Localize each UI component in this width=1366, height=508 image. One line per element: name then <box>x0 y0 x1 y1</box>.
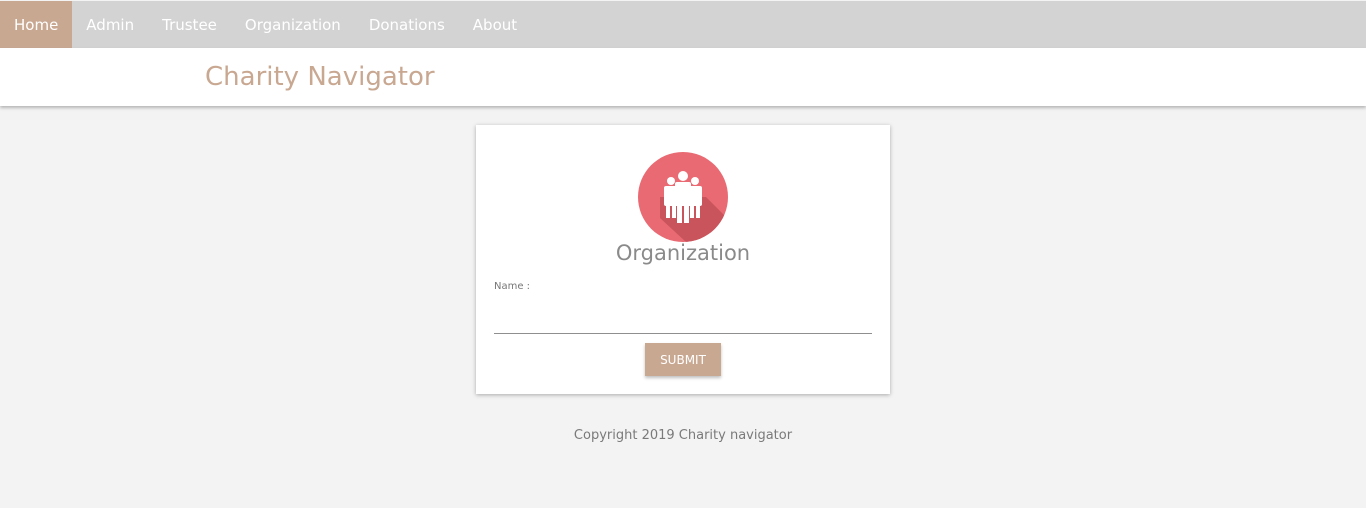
group-people-icon <box>638 152 728 242</box>
site-title: Charity Navigator <box>205 62 435 92</box>
nav-item-admin[interactable]: Admin <box>72 1 148 48</box>
nav-item-home[interactable]: Home <box>0 1 73 48</box>
header-bar: Charity Navigator <box>0 48 1366 106</box>
nav-item-donations[interactable]: Donations <box>355 1 459 48</box>
name-field-label: Name : <box>494 281 531 292</box>
submit-button[interactable]: SUBMIT <box>645 343 721 376</box>
footer-copyright: Copyright 2019 Charity navigator <box>573 428 793 443</box>
nav-item-organization[interactable]: Organization <box>231 1 355 48</box>
nav-item-trustee[interactable]: Trustee <box>148 1 231 48</box>
name-input[interactable] <box>494 299 872 334</box>
organization-form-card: Organization Name : SUBMIT <box>476 125 890 394</box>
group-people-icon-graphic <box>660 171 728 242</box>
top-navbar: Home Admin Trustee Organization Donation… <box>0 1 1366 48</box>
nav-item-about[interactable]: About <box>459 1 531 48</box>
card-title: Organization <box>615 241 751 265</box>
